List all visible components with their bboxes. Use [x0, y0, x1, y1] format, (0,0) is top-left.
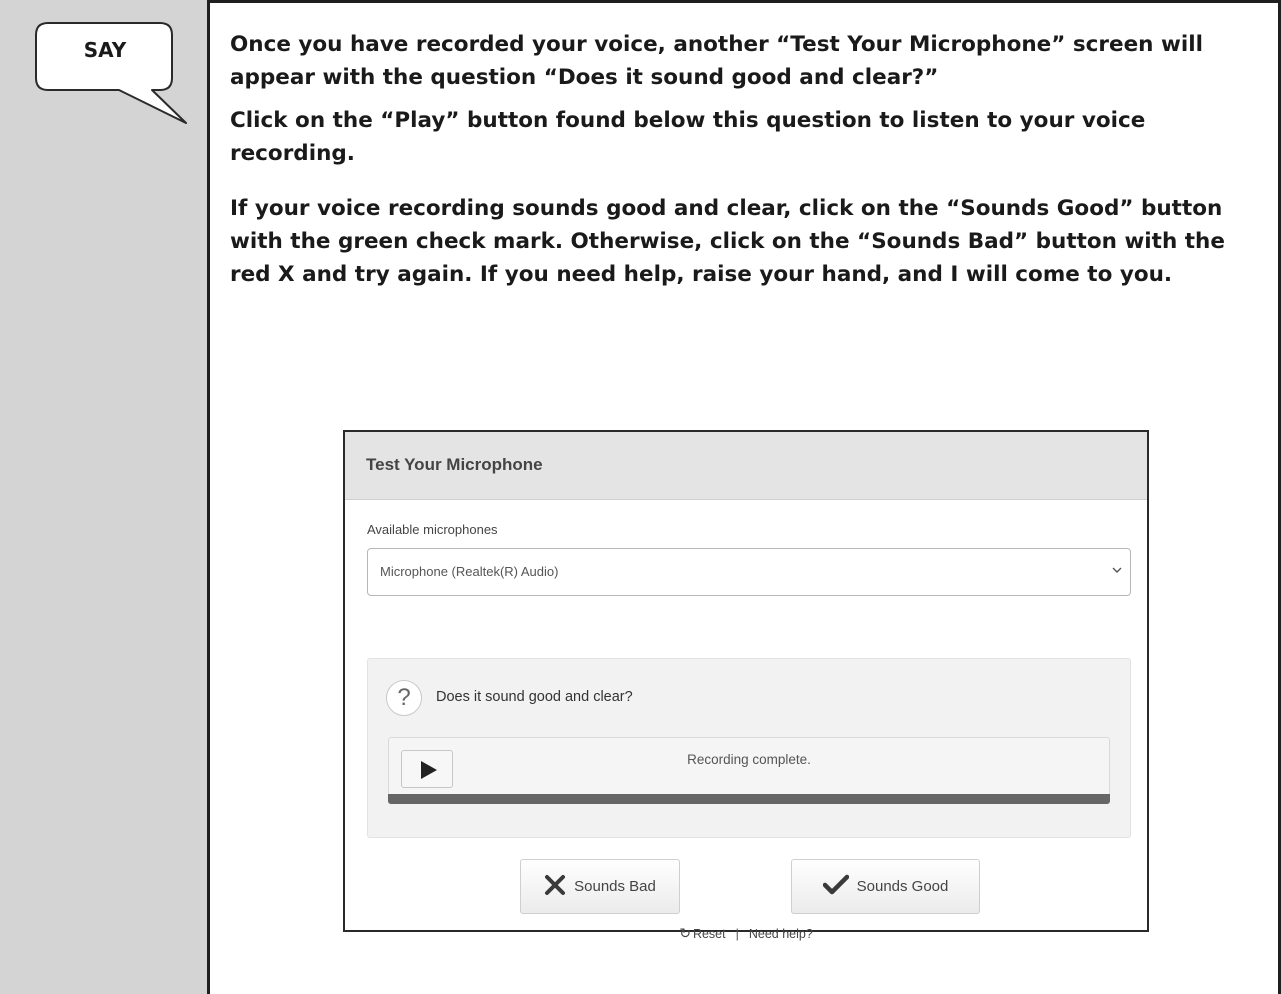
- microphone-select-value: Microphone (Realtek(R) Audio): [380, 564, 559, 579]
- instructions: Once you have recorded your voice, anoth…: [230, 28, 1265, 301]
- say-column: [0, 0, 210, 994]
- instruction-paragraph: Once you have recorded your voice, anoth…: [230, 32, 1203, 90]
- audio-player: Recording complete.: [388, 737, 1110, 804]
- need-help-link[interactable]: Need help?: [749, 927, 813, 941]
- say-label: SAY: [83, 38, 127, 62]
- dialog-footer: ↻ Reset | Need help?: [345, 925, 1147, 942]
- playback-panel: ? Does it sound good and clear? Recordin…: [367, 658, 1131, 838]
- instruction-paragraph: If your voice recording sounds good and …: [230, 196, 1225, 287]
- sounds-bad-button[interactable]: Sounds Bad: [520, 859, 680, 914]
- x-icon: [544, 874, 566, 900]
- recording-status: Recording complete.: [687, 752, 811, 767]
- dialog-title: Test Your Microphone: [345, 432, 1147, 500]
- footer-separator: |: [735, 927, 739, 941]
- sounds-bad-label: Sounds Bad: [574, 878, 656, 895]
- sounds-good-label: Sounds Good: [856, 878, 949, 895]
- reset-icon: ↻: [679, 925, 691, 941]
- playback-question: Does it sound good and clear?: [436, 689, 633, 705]
- reset-label: Reset: [692, 927, 726, 941]
- instruction-paragraph: Click on the “Play” button found below t…: [230, 108, 1146, 166]
- question-mark-icon: ?: [386, 680, 422, 716]
- microphone-select[interactable]: Microphone (Realtek(R) Audio): [367, 548, 1131, 596]
- reset-link[interactable]: ↻ Reset: [679, 925, 726, 941]
- chevron-down-icon: [1112, 564, 1122, 578]
- microphone-label: Available microphones: [367, 522, 498, 537]
- checkmark-icon: [822, 874, 849, 900]
- sounds-good-button[interactable]: Sounds Good: [791, 859, 980, 914]
- playback-progress-bar: [388, 794, 1110, 804]
- test-microphone-dialog: Test Your Microphone Available microphon…: [343, 430, 1149, 941]
